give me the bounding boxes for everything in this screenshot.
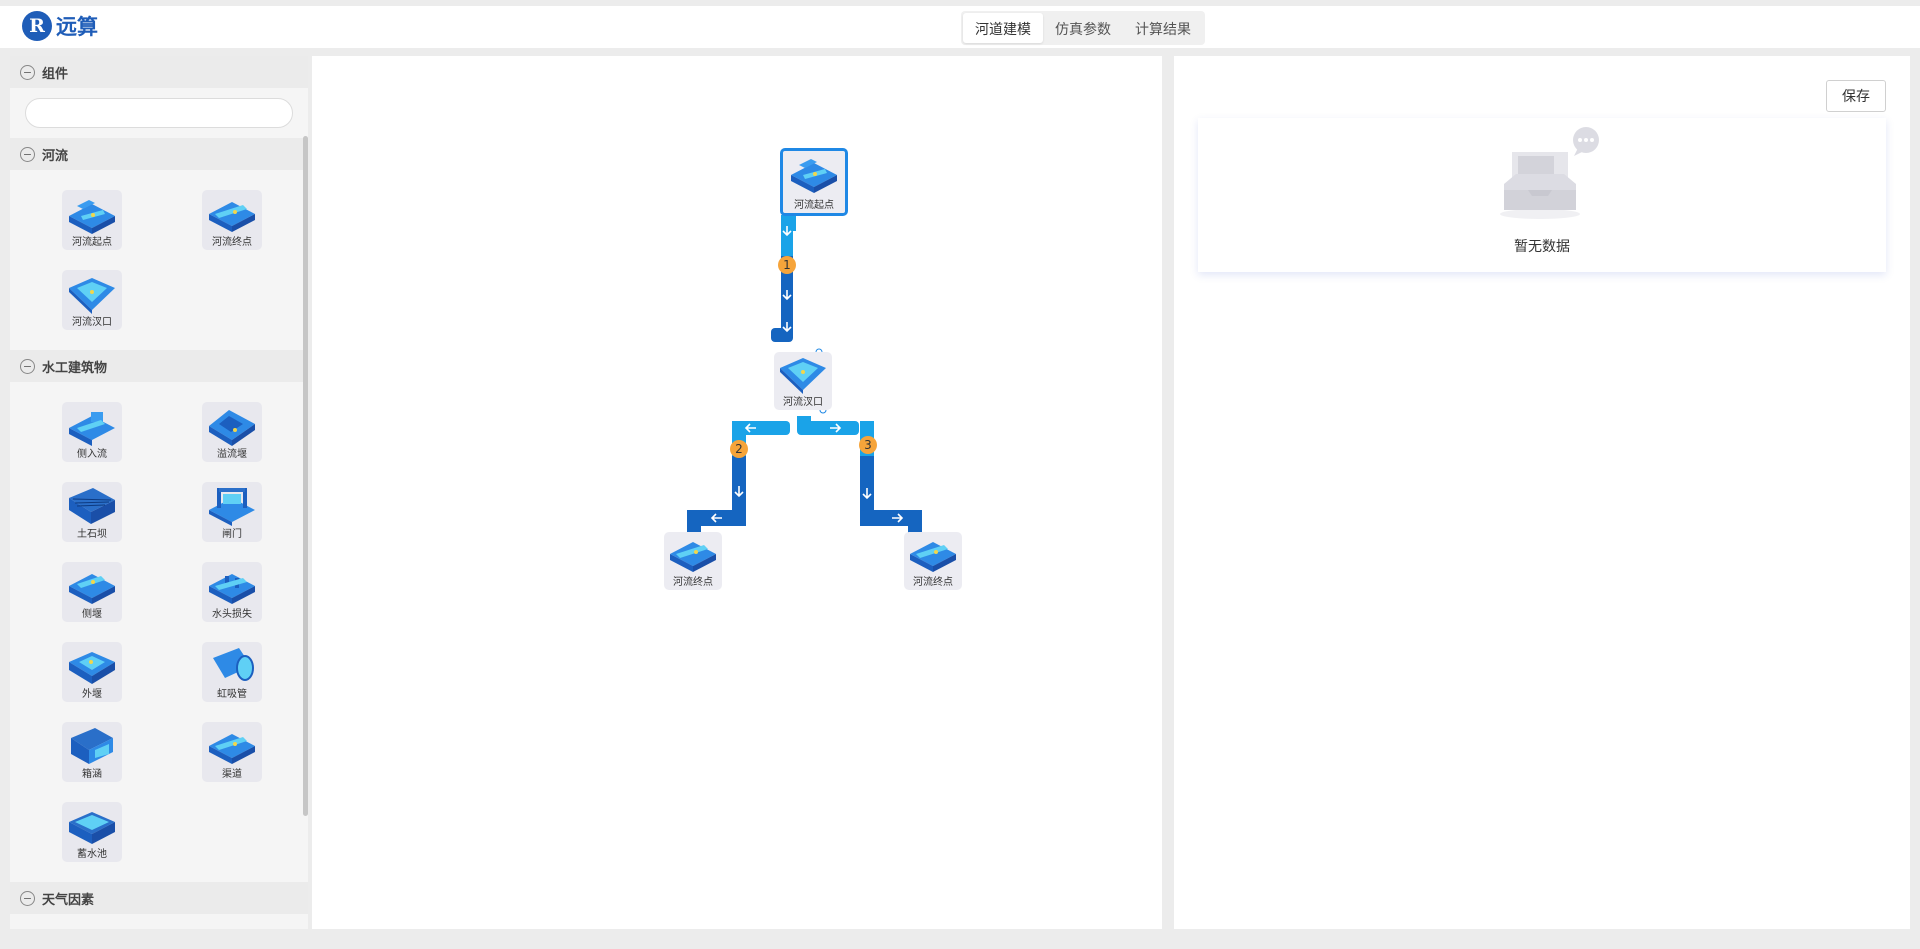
hydraulic-components: 侧入流 溢流堰 土石坝 闸门 侧堰 水头损失 外堰 虹吸管 箱涵 渠道 蓄水池 bbox=[10, 382, 308, 882]
component-river-end[interactable]: 河流终点 bbox=[202, 190, 262, 250]
edge-1-pipe[interactable] bbox=[771, 215, 796, 342]
component-head-loss[interactable]: 水头损失 bbox=[202, 562, 262, 622]
component-box-culvert[interactable]: 箱涵 bbox=[62, 722, 122, 782]
component-label: 侧入流 bbox=[77, 449, 107, 460]
component-label: 渠道 bbox=[222, 769, 242, 780]
edge-3-badge[interactable]: 3 bbox=[859, 436, 877, 454]
edge-2-pipe[interactable] bbox=[687, 421, 790, 534]
section-title: 河流 bbox=[42, 148, 69, 164]
component-side-weir[interactable]: 侧堰 bbox=[62, 562, 122, 622]
pipe-layer bbox=[687, 215, 922, 534]
node-river-start[interactable]: 河流起点 bbox=[780, 148, 848, 216]
tab-results[interactable]: 计算结果 bbox=[1123, 13, 1203, 43]
component-label: 水头损失 bbox=[212, 609, 252, 620]
node-label: 河流起点 bbox=[794, 200, 834, 211]
tab-simulation-params[interactable]: 仿真参数 bbox=[1043, 13, 1123, 43]
head-loss-icon bbox=[209, 574, 255, 604]
gate-icon bbox=[209, 488, 255, 526]
outer-weir-icon bbox=[69, 652, 115, 684]
component-earth-dam[interactable]: 土石坝 bbox=[62, 482, 122, 542]
lateral-inflow-icon bbox=[69, 412, 115, 446]
box-culvert-icon bbox=[71, 728, 113, 764]
empty-inbox-icon bbox=[1500, 127, 1599, 219]
component-label: 河流起点 bbox=[72, 237, 112, 248]
empty-state-text: 暂无数据 bbox=[1514, 239, 1570, 255]
earth-dam-icon bbox=[69, 488, 115, 524]
component-label: 溢流堰 bbox=[217, 449, 247, 460]
river-end-icon bbox=[910, 542, 956, 572]
river-end-icon bbox=[209, 202, 255, 232]
section-hydraulic-header[interactable]: − 水工建筑物 bbox=[10, 350, 308, 382]
properties-panel: 保存 暂无数据 bbox=[1174, 56, 1910, 929]
section-weather-header[interactable]: − 天气因素 bbox=[10, 882, 308, 914]
component-lateral-inflow[interactable]: 侧入流 bbox=[62, 402, 122, 462]
component-label: 虹吸管 bbox=[217, 689, 247, 700]
logo-icon: R bbox=[22, 11, 52, 41]
component-label: 侧堰 bbox=[82, 609, 102, 620]
component-label: 箱涵 bbox=[82, 769, 102, 780]
app-logo[interactable]: R 远算 bbox=[22, 11, 98, 41]
node-label: 河流终点 bbox=[913, 577, 953, 588]
component-siphon[interactable]: 虹吸管 bbox=[202, 642, 262, 702]
reservoir-icon bbox=[69, 812, 115, 844]
top-bar: R 远算 河道建模 仿真参数 计算结果 bbox=[0, 6, 1920, 48]
tab-river-modeling[interactable]: 河道建模 bbox=[963, 13, 1043, 43]
component-outer-weir[interactable]: 外堰 bbox=[62, 642, 122, 702]
node-river-end-left[interactable]: 河流终点 bbox=[664, 532, 722, 590]
collapse-icon[interactable]: − bbox=[20, 64, 35, 80]
component-label: 外堰 bbox=[82, 689, 102, 700]
section-title: 组件 bbox=[42, 66, 69, 82]
section-title: 水工建筑物 bbox=[42, 360, 108, 376]
node-river-end-right[interactable]: 河流终点 bbox=[904, 532, 962, 590]
node-label: 河流汊口 bbox=[783, 397, 823, 408]
component-gate[interactable]: 闸门 bbox=[202, 482, 262, 542]
component-river-start[interactable]: 河流起点 bbox=[62, 190, 122, 250]
edge-1-badge[interactable]: 1 bbox=[778, 256, 796, 274]
edge-3-pipe[interactable] bbox=[797, 416, 922, 534]
main-tabs: 河道建模 仿真参数 计算结果 bbox=[961, 11, 1205, 45]
component-overflow-weir[interactable]: 溢流堰 bbox=[202, 402, 262, 462]
river-components: 河流起点 河流终点 河流汊口 bbox=[10, 170, 308, 350]
sidebar-scrollbar[interactable] bbox=[303, 136, 308, 816]
collapse-icon[interactable]: − bbox=[20, 890, 35, 906]
river-junction-icon bbox=[780, 358, 826, 394]
collapse-icon[interactable]: − bbox=[20, 358, 35, 374]
overflow-weir-icon bbox=[209, 410, 255, 446]
river-start-icon bbox=[69, 200, 115, 234]
component-search-input[interactable] bbox=[25, 98, 293, 128]
edge-2-badge[interactable]: 2 bbox=[730, 440, 748, 458]
river-start-icon bbox=[791, 159, 837, 193]
channel-icon bbox=[209, 734, 255, 764]
component-reservoir[interactable]: 蓄水池 bbox=[62, 802, 122, 862]
component-label: 蓄水池 bbox=[77, 849, 107, 860]
save-button[interactable]: 保存 bbox=[1826, 80, 1886, 112]
component-river-junction[interactable]: 河流汊口 bbox=[62, 270, 122, 330]
section-title: 天气因素 bbox=[42, 892, 95, 908]
component-label: 河流汊口 bbox=[72, 317, 112, 328]
river-end-icon bbox=[670, 542, 716, 572]
collapse-icon[interactable]: − bbox=[20, 146, 35, 162]
component-label: 闸门 bbox=[222, 529, 242, 540]
component-channel[interactable]: 渠道 bbox=[202, 722, 262, 782]
node-label: 河流终点 bbox=[673, 577, 713, 588]
empty-state-card: 暂无数据 bbox=[1198, 118, 1886, 272]
side-weir-icon bbox=[69, 574, 115, 604]
node-river-junction[interactable]: 河流汊口 bbox=[774, 352, 832, 410]
siphon-icon bbox=[213, 648, 254, 681]
model-canvas[interactable]: 1 2 3 河流起点 河流汊口 河流终点 河流终点 bbox=[312, 56, 1162, 929]
app-name: 远算 bbox=[56, 15, 98, 39]
section-river-header[interactable]: − 河流 bbox=[10, 138, 308, 170]
section-components-header[interactable]: − 组件 bbox=[10, 56, 308, 88]
component-sidebar: − 组件 − 河流 河流起点 河流终点 河流汊口 − 水工建筑物 侧入流 溢流堰 bbox=[10, 56, 308, 929]
river-junction-icon bbox=[69, 278, 115, 314]
component-label: 土石坝 bbox=[77, 529, 107, 540]
component-label: 河流终点 bbox=[212, 237, 252, 248]
